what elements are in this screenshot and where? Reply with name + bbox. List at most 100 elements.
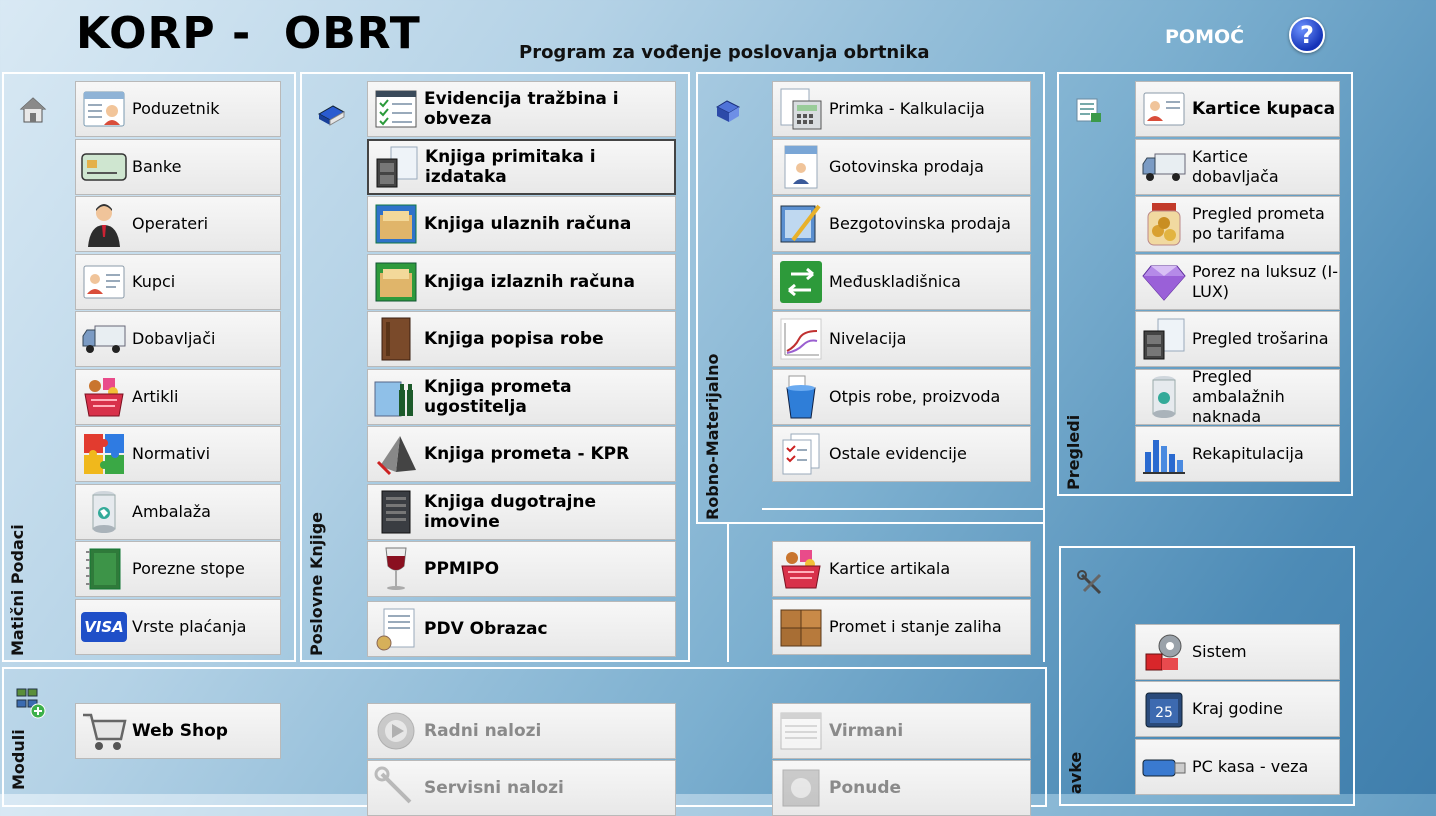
visa-text: VISA — [81, 612, 127, 642]
btn-label: Kartice kupaca — [1192, 99, 1336, 119]
btn-label: Knjiga prometa - KPR — [424, 444, 630, 464]
btn-sistem[interactable]: Sistem — [1135, 624, 1340, 680]
section-label-poslovne: Poslovne Knjige — [307, 511, 326, 656]
divider-robno-v2 — [1043, 508, 1045, 662]
btn-knjiga-ulaznih[interactable]: Knjiga ulaznih računa — [367, 196, 676, 252]
btn-virmani[interactable]: Virmani — [772, 703, 1031, 759]
btn-knjiga-popisa[interactable]: Knjiga popisa robe — [367, 311, 676, 367]
btn-rekapitulacija[interactable]: Rekapitulacija — [1135, 426, 1340, 482]
operator-icon — [80, 200, 128, 248]
form-icon — [777, 707, 825, 755]
usb-drive-icon — [1140, 743, 1188, 791]
btn-pregled-ambalaznih[interactable]: Pregled ambalažnih naknada — [1135, 367, 1340, 426]
btn-label: Nivelacija — [829, 329, 907, 348]
btn-kartice-artikala[interactable]: Kartice artikala — [772, 541, 1031, 597]
line-chart-icon — [777, 315, 825, 363]
btn-knjiga-prometa-ugostitelja[interactable]: Knjiga prometa ugostitelja — [367, 369, 676, 425]
btn-servisni-nalozi[interactable]: Servisni nalozi — [367, 760, 676, 816]
btn-pregled-trosarina[interactable]: Pregled trošarina — [1135, 311, 1340, 367]
receipt-person-icon — [777, 143, 825, 191]
section-label-moduli: Moduli — [9, 729, 28, 790]
btn-label: Gotovinska prodaja — [829, 157, 984, 176]
btn-kraj-godine[interactable]: 25 Kraj godine — [1135, 681, 1340, 737]
btn-label: Ostale evidencije — [829, 444, 967, 463]
btn-label: Kartice artikala — [829, 559, 951, 578]
btn-kupci[interactable]: Kupci — [75, 254, 281, 310]
btn-kartice-dobavljaca[interactable]: Kartice dobavljača — [1135, 139, 1340, 195]
section-label-maticni: Matični Podaci — [8, 524, 27, 656]
bar-chart-icon — [1140, 430, 1188, 478]
btn-label: Bezgotovinska prodaja — [829, 214, 1011, 233]
btn-gotovinska[interactable]: Gotovinska prodaja — [772, 139, 1031, 195]
coin-jar-icon — [1140, 200, 1188, 248]
calculator-icon — [777, 85, 825, 133]
btn-web-shop[interactable]: Web Shop — [75, 703, 281, 759]
truck-icon — [80, 315, 128, 363]
btn-meduskladisnica[interactable]: Međuskladišnica — [772, 254, 1031, 310]
btn-normativi[interactable]: Normativi — [75, 426, 281, 482]
can-icon — [80, 488, 128, 536]
btn-dobavljaci[interactable]: Dobavljači — [75, 311, 281, 367]
btn-knjiga-dugotrajne[interactable]: Knjiga dugotrajne imovine — [367, 484, 676, 540]
btn-label: Otpis robe, proizvoda — [829, 387, 1001, 406]
btn-label: Web Shop — [132, 721, 228, 741]
btn-pc-kasa[interactable]: PC kasa - veza — [1135, 739, 1340, 795]
btn-porezne-stope[interactable]: Porezne stope — [75, 541, 281, 597]
home-icon — [18, 95, 48, 125]
boxes-icon — [713, 95, 743, 125]
btn-evidencija-trazbina[interactable]: Evidencija tražbina i obveza — [367, 81, 676, 137]
play-gear-icon — [372, 707, 420, 755]
boxes-stock-icon — [777, 603, 825, 651]
btn-label: Kupci — [132, 272, 176, 291]
app-subtitle: Program za vođenje poslovanja obrtnika — [519, 42, 930, 63]
btn-poduzetnik[interactable]: Poduzetnik — [75, 81, 281, 137]
form-compass-icon — [372, 605, 420, 653]
cabinet-icon — [1140, 315, 1188, 363]
btn-label: Banke — [132, 157, 182, 176]
btn-nivelacija[interactable]: Nivelacija — [772, 311, 1031, 367]
calendar-icon: 25 — [1140, 685, 1188, 733]
btn-label: Knjiga ulaznih računa — [424, 214, 632, 234]
btn-vrste-placanja[interactable]: VISA Vrste plaćanja — [75, 599, 281, 655]
btn-label: Poduzetnik — [132, 99, 220, 118]
btn-label: Porezne stope — [132, 559, 245, 578]
btn-knjiga-prometa-kpr[interactable]: Knjiga prometa - KPR — [367, 426, 676, 482]
diamond-icon — [1140, 258, 1188, 306]
btn-bezgotovinska[interactable]: Bezgotovinska prodaja — [772, 196, 1031, 252]
btn-label: Normativi — [132, 444, 211, 463]
btn-radni-nalozi[interactable]: Radni nalozi — [367, 703, 676, 759]
btn-ppmipo[interactable]: PPMIPO — [367, 541, 676, 597]
divider-robno-h — [762, 508, 1045, 510]
btn-ostale-evidencije[interactable]: Ostale evidencije — [772, 426, 1031, 482]
notebook-icon — [80, 545, 128, 593]
help-link[interactable]: POMOĆ — [1165, 26, 1244, 48]
btn-operateri[interactable]: Operateri — [75, 196, 281, 252]
btn-promet-zaliha[interactable]: Promet i stanje zaliha — [772, 599, 1031, 655]
btn-porez-na-luksuz[interactable]: Porez na luksuz (I-LUX) — [1135, 254, 1340, 310]
btn-ambalaza[interactable]: Ambalaža — [75, 484, 281, 540]
btn-label: Ponude — [829, 778, 902, 798]
btn-pregled-prometa-tarifama[interactable]: Pregled prometa po tarifama — [1135, 196, 1340, 252]
btn-label: Pregled prometa po tarifama — [1192, 204, 1325, 243]
btn-banke[interactable]: Banke — [75, 139, 281, 195]
btn-label: Sistem — [1192, 642, 1247, 661]
btn-primka[interactable]: Primka - Kalkulacija — [772, 81, 1031, 137]
btn-label: Promet i stanje zaliha — [829, 617, 1002, 636]
checklist-icon — [372, 85, 420, 133]
help-icon[interactable]: ? — [1289, 17, 1325, 53]
customer-card-icon — [1140, 85, 1188, 133]
transfer-arrows-icon — [777, 258, 825, 306]
btn-kartice-kupaca[interactable]: Kartice kupaca — [1135, 81, 1340, 137]
btn-label: Pregled trošarina — [1192, 329, 1329, 348]
shopping-cart-icon — [80, 707, 128, 755]
btn-artikli[interactable]: Artikli — [75, 369, 281, 425]
btn-otpis[interactable]: Otpis robe, proizvoda — [772, 369, 1031, 425]
btn-pdv-obrazac[interactable]: PDV Obrazac — [367, 601, 676, 657]
btn-knjiga-primitaka[interactable]: Knjiga primitaka i izdataka — [367, 139, 676, 195]
divider-robno-v1 — [727, 524, 729, 662]
section-label-pregledi: Pregledi — [1064, 414, 1083, 490]
btn-label: Knjiga prometa ugostitelja — [424, 377, 572, 417]
btn-label: Pregled ambalažnih naknada — [1192, 367, 1285, 426]
btn-knjiga-izlaznih[interactable]: Knjiga izlaznih računa — [367, 254, 676, 310]
btn-ponude[interactable]: Ponude — [772, 760, 1031, 816]
